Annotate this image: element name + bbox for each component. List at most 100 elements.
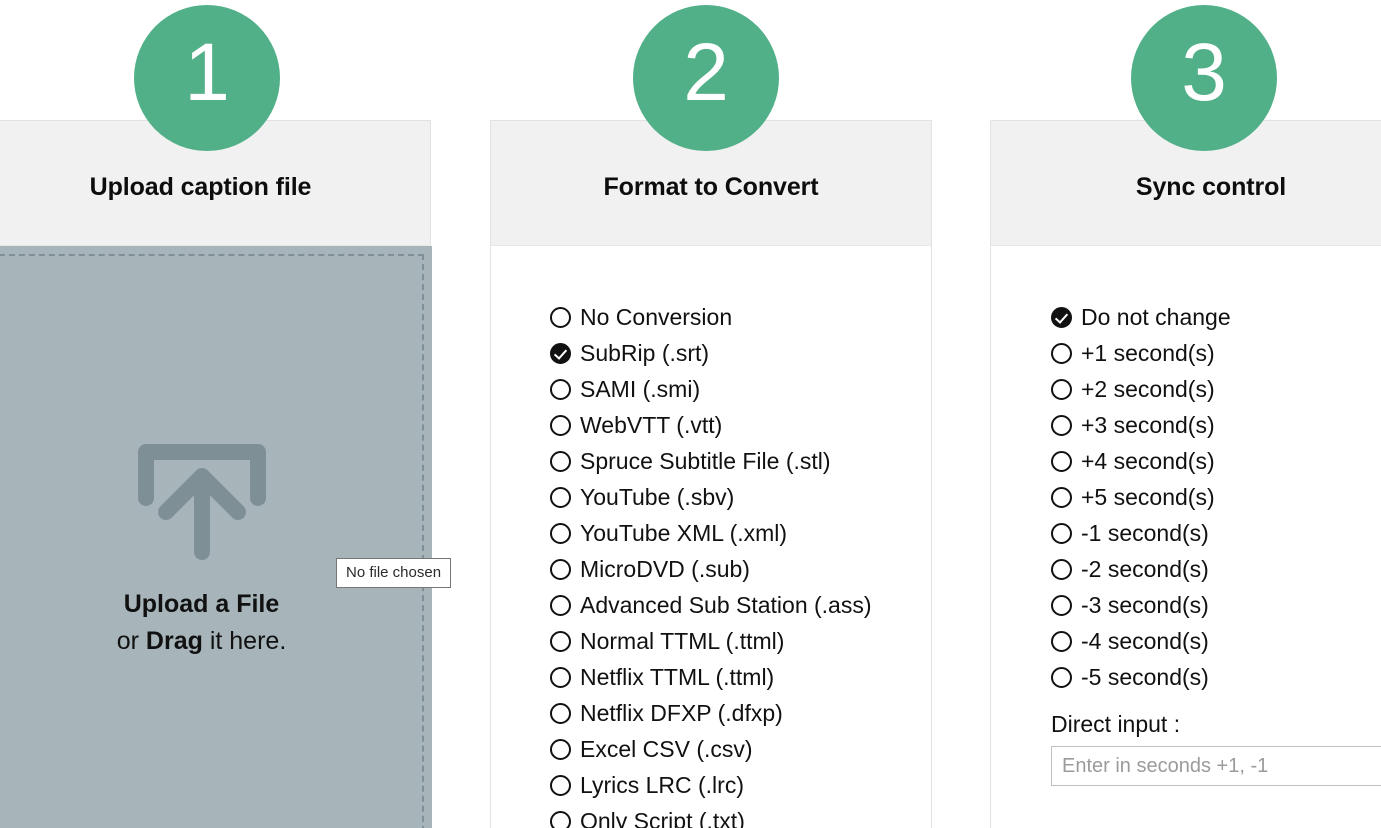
direct-input-label: Direct input : <box>1051 711 1180 738</box>
radio-unchecked-icon[interactable] <box>1051 379 1072 400</box>
file-dropzone[interactable]: Upload a File or Drag it here. <box>0 246 432 828</box>
format-option[interactable]: Only Script (.txt) <box>550 803 872 828</box>
radio-unchecked-icon[interactable] <box>1051 595 1072 616</box>
step-number-badge-3: 3 <box>1131 5 1277 151</box>
sync-option[interactable]: +3 second(s) <box>1051 407 1231 443</box>
sync-option[interactable]: -1 second(s) <box>1051 515 1231 551</box>
radio-unchecked-icon[interactable] <box>550 595 571 616</box>
radio-unchecked-icon[interactable] <box>550 523 571 544</box>
format-option[interactable]: Advanced Sub Station (.ass) <box>550 587 872 623</box>
sync-option[interactable]: +5 second(s) <box>1051 479 1231 515</box>
format-option[interactable]: Normal TTML (.ttml) <box>550 623 872 659</box>
radio-unchecked-icon[interactable] <box>1051 415 1072 436</box>
sync-option[interactable]: -2 second(s) <box>1051 551 1231 587</box>
step-number-2: 2 <box>683 32 729 114</box>
radio-unchecked-icon[interactable] <box>550 667 571 688</box>
format-option[interactable]: YouTube XML (.xml) <box>550 515 872 551</box>
format-option[interactable]: Lyrics LRC (.lrc) <box>550 767 872 803</box>
radio-unchecked-icon[interactable] <box>550 703 571 724</box>
dropzone-drag-word: Drag <box>146 627 203 655</box>
radio-unchecked-icon[interactable] <box>550 307 571 328</box>
upload-arrow-tray-icon <box>128 438 276 564</box>
step-number-badge-2: 2 <box>633 5 779 151</box>
sync-option-label: +2 second(s) <box>1081 378 1215 401</box>
sync-option[interactable]: -5 second(s) <box>1051 659 1231 695</box>
direct-input-field[interactable] <box>1051 746 1381 786</box>
format-option[interactable]: Spruce Subtitle File (.stl) <box>550 443 872 479</box>
radio-unchecked-icon[interactable] <box>550 775 571 796</box>
radio-unchecked-icon[interactable] <box>1051 487 1072 508</box>
format-option[interactable]: YouTube (.sbv) <box>550 479 872 515</box>
dropzone-tail-word: it here. <box>203 627 286 655</box>
no-file-chosen-tooltip: No file chosen <box>336 558 451 588</box>
step-card-sync: Sync control Do not change +1 second(s) +2… <box>990 120 1381 828</box>
radio-unchecked-icon[interactable] <box>550 811 571 828</box>
step-1-title: Upload caption file <box>90 173 312 202</box>
format-option-label: Lyrics LRC (.lrc) <box>580 774 744 797</box>
step-card-upload: Upload caption file Upload a File or Dra… <box>0 120 431 828</box>
radio-unchecked-icon[interactable] <box>550 415 571 436</box>
format-option-label: YouTube (.sbv) <box>580 486 734 509</box>
sync-radio-group[interactable]: Do not change +1 second(s) +2 second(s) +3 … <box>1051 299 1231 695</box>
sync-option-label: Do not change <box>1081 306 1231 329</box>
radio-unchecked-icon[interactable] <box>550 739 571 760</box>
file-dropzone-inner[interactable]: Upload a File or Drag it here. <box>0 254 424 828</box>
step-number-1: 1 <box>184 32 230 114</box>
step-3-title: Sync control <box>1136 173 1286 202</box>
dropzone-headline: Upload a File <box>117 586 287 623</box>
sync-option-label: +3 second(s) <box>1081 414 1215 437</box>
sync-option-label: +4 second(s) <box>1081 450 1215 473</box>
format-option[interactable]: MicroDVD (.sub) <box>550 551 872 587</box>
sync-option[interactable]: +4 second(s) <box>1051 443 1231 479</box>
format-option[interactable]: WebVTT (.vtt) <box>550 407 872 443</box>
sync-option[interactable]: +2 second(s) <box>1051 371 1231 407</box>
sync-option-label: -1 second(s) <box>1081 522 1209 545</box>
format-option-label: WebVTT (.vtt) <box>580 414 722 437</box>
radio-unchecked-icon[interactable] <box>1051 667 1072 688</box>
sync-option[interactable]: Do not change <box>1051 299 1231 335</box>
radio-unchecked-icon[interactable] <box>1051 631 1072 652</box>
radio-unchecked-icon[interactable] <box>550 487 571 508</box>
step-card-upload-body: Upload a File or Drag it here. <box>0 246 430 828</box>
sync-option-label: -5 second(s) <box>1081 666 1209 689</box>
format-option[interactable]: SAMI (.smi) <box>550 371 872 407</box>
sync-option-label: -2 second(s) <box>1081 558 1209 581</box>
sync-option[interactable]: -4 second(s) <box>1051 623 1231 659</box>
format-option-label: Spruce Subtitle File (.stl) <box>580 450 831 473</box>
format-option-label: Netflix DFXP (.dfxp) <box>580 702 783 725</box>
dropzone-or-word: or <box>117 627 146 655</box>
format-option[interactable]: Excel CSV (.csv) <box>550 731 872 767</box>
radio-unchecked-icon[interactable] <box>1051 523 1072 544</box>
caption-converter-page: Upload caption file Upload a File or Dra… <box>0 0 1381 828</box>
radio-checked-icon[interactable] <box>550 343 571 364</box>
sync-option[interactable]: -3 second(s) <box>1051 587 1231 623</box>
format-option-label: Excel CSV (.csv) <box>580 738 753 761</box>
sync-option[interactable]: +1 second(s) <box>1051 335 1231 371</box>
radio-unchecked-icon[interactable] <box>550 559 571 580</box>
format-option-label: Normal TTML (.ttml) <box>580 630 784 653</box>
step-number-3: 3 <box>1181 32 1227 114</box>
radio-unchecked-icon[interactable] <box>1051 451 1072 472</box>
step-card-format-body: No Conversion SubRip (.srt) SAMI (.smi) Web… <box>491 246 931 828</box>
format-option[interactable]: No Conversion <box>550 299 872 335</box>
format-option-label: Netflix TTML (.ttml) <box>580 666 774 689</box>
radio-unchecked-icon[interactable] <box>550 631 571 652</box>
format-option-label: Advanced Sub Station (.ass) <box>580 594 872 617</box>
format-option-label: MicroDVD (.sub) <box>580 558 750 581</box>
format-option-label: SubRip (.srt) <box>580 342 709 365</box>
format-option-label: SAMI (.smi) <box>580 378 700 401</box>
radio-unchecked-icon[interactable] <box>1051 559 1072 580</box>
dropzone-subline: or Drag it here. <box>117 623 287 660</box>
sync-option-label: -4 second(s) <box>1081 630 1209 653</box>
radio-checked-icon[interactable] <box>1051 307 1072 328</box>
radio-unchecked-icon[interactable] <box>1051 343 1072 364</box>
format-radio-group[interactable]: No Conversion SubRip (.srt) SAMI (.smi) Web… <box>550 299 872 828</box>
radio-unchecked-icon[interactable] <box>550 451 571 472</box>
format-option[interactable]: SubRip (.srt) <box>550 335 872 371</box>
format-option[interactable]: Netflix TTML (.ttml) <box>550 659 872 695</box>
format-option[interactable]: Netflix DFXP (.dfxp) <box>550 695 872 731</box>
radio-unchecked-icon[interactable] <box>550 379 571 400</box>
step-number-badge-1: 1 <box>134 5 280 151</box>
step-card-format: Format to Convert No ConversionSubRip (.… <box>490 120 932 828</box>
format-option-label: No Conversion <box>580 306 732 329</box>
